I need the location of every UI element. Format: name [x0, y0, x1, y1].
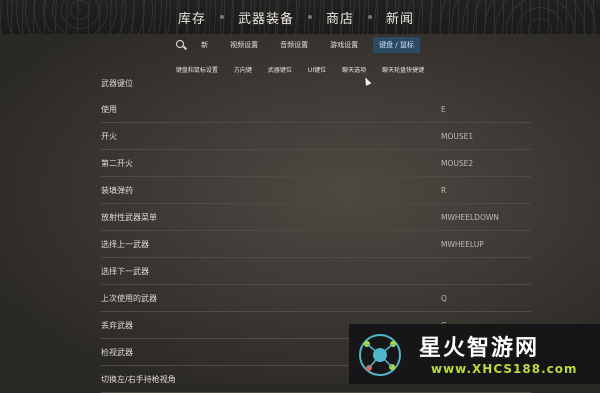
tab-video-settings[interactable]: 视频设置	[230, 40, 258, 50]
keybind-label: 使用	[101, 104, 117, 114]
subtab-chat-wheel-hotkeys[interactable]: 聊天轮盘快捷键	[382, 65, 424, 74]
nav-store[interactable]: 商店	[312, 8, 368, 27]
keybind-value[interactable]: R	[441, 186, 531, 195]
nav-inventory[interactable]: 库存	[164, 8, 220, 27]
tab-game-settings[interactable]: 游戏设置	[330, 40, 358, 50]
subtab-chat-options[interactable]: 聊天选项	[342, 65, 366, 74]
keybind-value[interactable]: Q	[441, 294, 531, 303]
keybind-row-use[interactable]: 使用 E	[101, 96, 531, 123]
keybind-value[interactable]: E	[441, 105, 531, 114]
watermark-title: 星火智游网	[419, 336, 540, 361]
top-navigation: 库存 武器装备 商店 新闻	[0, 0, 600, 34]
keybind-label: 上次使用的武器	[101, 293, 157, 303]
keybind-row-radial-weapon-menu[interactable]: 放射性武器菜单 MWHEELDOWN	[101, 204, 531, 231]
tab-keyboard-mouse[interactable]: 键盘 / 鼠标	[373, 37, 420, 53]
sub-tabs: 键盘和鼠标设置 方向键 武器键位 UI键位 聊天选项 聊天轮盘快捷键	[0, 62, 600, 76]
tab-new[interactable]: 新	[201, 40, 208, 50]
tab-audio-settings[interactable]: 音频设置	[280, 40, 308, 50]
keybind-value[interactable]: MWHEELUP	[441, 240, 531, 249]
keybind-label: 放射性武器菜单	[101, 212, 157, 222]
keybind-row-fire[interactable]: 开火 MOUSE1	[101, 123, 531, 150]
subtab-weapon-keys[interactable]: 武器键位	[268, 65, 292, 74]
keybind-label: 第二开火	[101, 158, 133, 168]
keybind-value[interactable]: MWHEELDOWN	[441, 213, 531, 222]
keybind-row-last-weapon[interactable]: 上次使用的武器 Q	[101, 285, 531, 312]
keybind-label: 装填弹药	[101, 185, 133, 195]
keybind-label: 选择上一武器	[101, 239, 149, 249]
subtab-direction-keys[interactable]: 方向键	[234, 65, 252, 74]
watermark-logo-icon	[359, 334, 401, 376]
watermark-url: www.XHCS188.com	[431, 362, 578, 376]
section-header: 武器键位	[101, 79, 133, 88]
keybind-row-prev-weapon[interactable]: 选择上一武器 MWHEELUP	[101, 231, 531, 258]
keybind-label: 开火	[101, 131, 117, 141]
keybind-row-next-weapon[interactable]: 选择下一武器	[101, 258, 531, 285]
subtab-keyboard-mouse-settings[interactable]: 键盘和鼠标设置	[176, 65, 218, 74]
search-icon[interactable]	[176, 40, 186, 50]
keybind-row-secondary-fire[interactable]: 第二开火 MOUSE2	[101, 150, 531, 177]
nav-loadout[interactable]: 武器装备	[224, 8, 308, 27]
keybind-row-reload[interactable]: 装填弹药 R	[101, 177, 531, 204]
watermark: 星火智游网 www.XHCS188.com	[349, 324, 600, 384]
keybind-value[interactable]: MOUSE2	[441, 159, 531, 168]
keybind-label: 选择下一武器	[101, 266, 149, 276]
settings-tabs: 新 视频设置 音频设置 游戏设置 键盘 / 鼠标	[0, 34, 600, 56]
subtab-ui-keys[interactable]: UI键位	[308, 65, 326, 74]
top-bar: 库存 武器装备 商店 新闻	[0, 0, 600, 34]
keybind-value[interactable]: MOUSE1	[441, 132, 531, 141]
nav-news[interactable]: 新闻	[372, 8, 428, 27]
